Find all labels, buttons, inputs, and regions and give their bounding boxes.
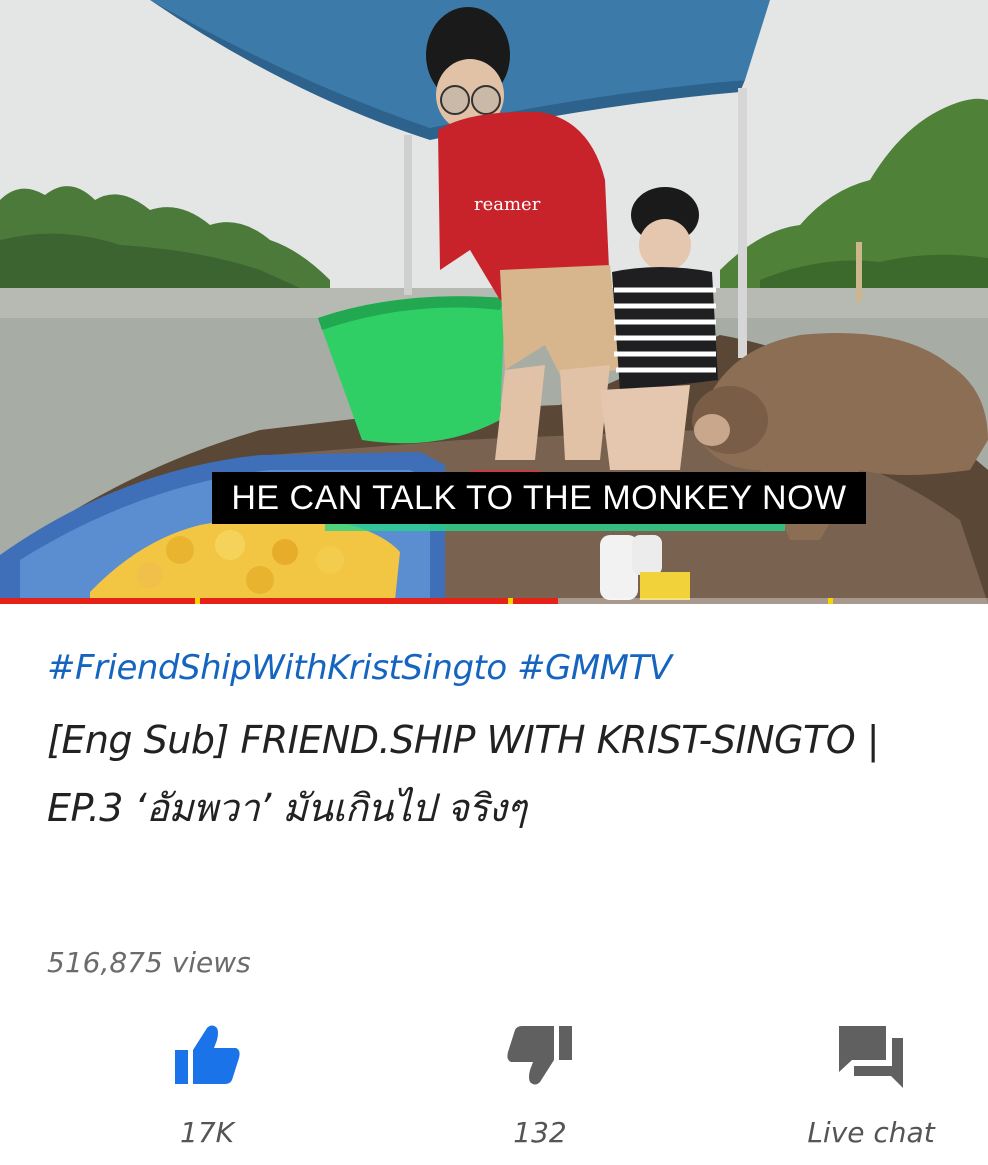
caption-text: HE CAN TALK TO THE MONKEY NOW [231,478,847,517]
dislike-count: 132 [513,1116,567,1149]
ad-marker [828,598,833,604]
ad-marker [508,598,513,604]
live-chat-label: Live chat [807,1116,935,1149]
closed-caption: HE CAN TALK TO THE MONKEY NOW [212,472,866,524]
like-button[interactable]: 17K [107,1020,307,1149]
like-count: 17K [180,1116,234,1149]
dislike-button[interactable]: 132 [440,1020,640,1149]
video-hashtags[interactable]: #FriendShipWithKristSingto #GMMTV [47,648,672,688]
video-title[interactable]: [Eng Sub] FRIEND.SHIP WITH KRIST-SINGTO … [47,706,947,842]
progress-bar[interactable] [0,598,988,604]
shirt-print: reamer [474,194,541,215]
ad-marker [195,598,200,604]
thumbs-up-icon [175,1025,240,1084]
video-player[interactable]: reamer HE CAN TALK TO THE MONKEY NOW [0,0,988,604]
view-count: 516,875 views [47,946,251,979]
thumbs-down-icon [507,1026,572,1085]
progress-played [0,598,559,604]
live-chat-icon [839,1026,903,1088]
live-chat-button[interactable]: Live chat [771,1020,971,1149]
